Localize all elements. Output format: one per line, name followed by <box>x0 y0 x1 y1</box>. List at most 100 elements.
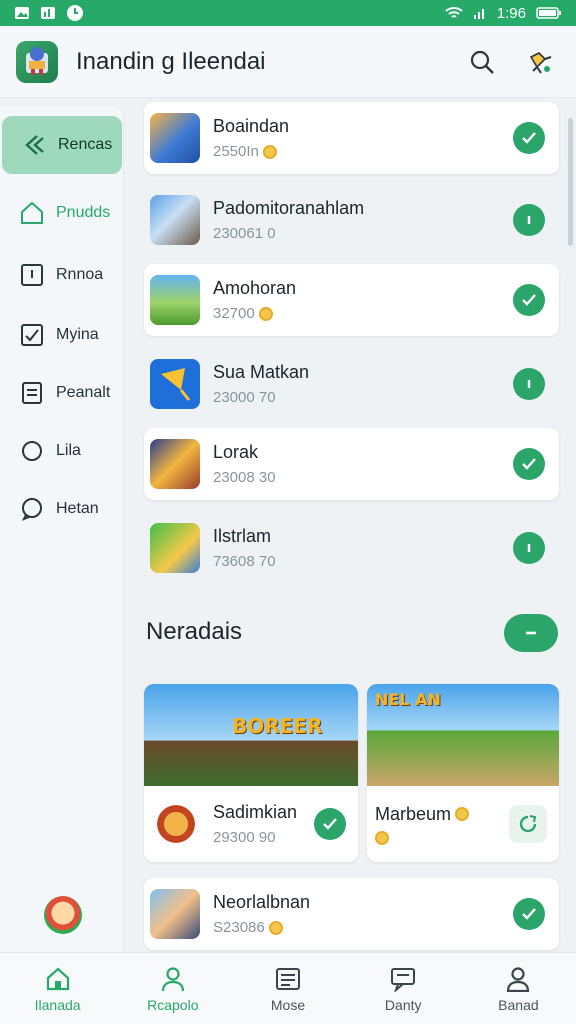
list-item[interactable]: Ilstrlam 73608 70 <box>144 512 559 584</box>
kite-icon <box>161 368 191 401</box>
sidebar-item-label: Lila <box>56 442 81 459</box>
nav-item-profile[interactable]: Rcapolo <box>115 953 230 1024</box>
user-avatar[interactable] <box>44 896 82 934</box>
featured-card[interactable]: NEL AN Marbeum <box>367 684 559 862</box>
game-thumbnail <box>150 359 200 409</box>
item-name: Lorak <box>213 442 259 462</box>
circle-icon <box>18 437 46 465</box>
item-name: Sua Matkan <box>213 362 310 382</box>
installed-check-button[interactable] <box>513 898 545 930</box>
sidebar-item-peanalt[interactable]: Peanalt <box>0 364 124 422</box>
collapse-section-button[interactable] <box>504 614 558 652</box>
banner-title: BOREER <box>232 714 323 738</box>
featured-banner: NEL AN <box>367 684 559 786</box>
item-meta: 230061 0 <box>213 225 276 242</box>
item-name: Boaindan <box>213 116 290 136</box>
installed-check-button[interactable] <box>513 122 545 154</box>
battery-icon <box>536 6 562 20</box>
sidebar-item-pnudds[interactable]: Pnudds <box>0 184 124 242</box>
dot-icon <box>527 216 531 224</box>
status-time: 1:96 <box>496 4 526 22</box>
sync-notification-icon <box>66 4 84 22</box>
item-meta: 23000 70 <box>213 389 276 406</box>
nav-label: Rcapolo <box>147 996 199 1013</box>
chart-notification-icon <box>40 6 56 20</box>
sidebar-item-label: Myina <box>56 326 99 343</box>
page-title: Inandin g Ileendai <box>76 47 266 75</box>
list-item[interactable]: Boaindan 2550In <box>144 102 559 174</box>
list-item[interactable]: Padomitoranahlam 230061 0 <box>144 184 559 256</box>
sidebar-item-label: Peanalt <box>56 384 111 401</box>
coin-icon <box>262 144 277 159</box>
app-header: Inandin g Ileendai <box>0 26 576 98</box>
installed-check-button[interactable] <box>314 808 346 840</box>
nav-item-mose[interactable]: Mose <box>230 953 345 1024</box>
item-name: Ilstrlam <box>213 526 271 546</box>
game-thumbnail <box>150 275 200 325</box>
sidebar-item-label: Pnudds <box>56 204 111 221</box>
sidebar-item-rnnoa[interactable]: Rnnoa <box>0 246 124 304</box>
item-name: Marbeum <box>375 803 452 824</box>
game-thumbnail <box>150 889 200 939</box>
list-item[interactable]: Sua Matkan 23000 70 <box>144 348 559 420</box>
share-button[interactable] <box>509 805 547 843</box>
sidebar-item-rencas[interactable]: Rencas <box>2 116 122 174</box>
status-dot-button[interactable] <box>513 368 545 400</box>
nav-label: Banad <box>498 996 539 1013</box>
search-icon <box>470 50 494 74</box>
game-thumbnail <box>152 800 200 848</box>
list-item[interactable]: Amohoran 32700 <box>144 264 559 336</box>
status-dot-button[interactable] <box>513 532 545 564</box>
nav-label: Mose <box>270 996 306 1013</box>
coin-icon <box>455 807 470 821</box>
item-name: Amohoran <box>213 278 297 298</box>
installed-check-button[interactable] <box>513 284 545 316</box>
status-bar: 1:96 <box>0 0 576 26</box>
nav-item-banad[interactable]: Banad <box>461 953 576 1024</box>
item-meta: 2550In <box>213 143 259 160</box>
game-thumbnail <box>150 523 200 573</box>
sidebar-item-myina[interactable]: Myina <box>0 306 124 364</box>
nav-item-danty[interactable]: Danty <box>346 953 461 1024</box>
dot-icon <box>527 380 531 388</box>
dot-icon <box>527 544 531 552</box>
wifi-icon <box>445 6 463 20</box>
sidebar-item-hetan[interactable]: Hetan <box>0 480 124 538</box>
list-item[interactable]: Neorlalbnan S23086 <box>144 878 559 950</box>
refresh-icon <box>519 815 537 833</box>
sidebar: Rencas Pnudds Rnnoa Myina Peanalt Lila H… <box>0 106 124 952</box>
nav-label: Danty <box>384 996 422 1013</box>
extensions-button[interactable] <box>520 42 560 82</box>
game-thumbnail <box>150 439 200 489</box>
installed-check-button[interactable] <box>513 448 545 480</box>
home-icon <box>18 199 46 227</box>
message-icon <box>389 965 417 993</box>
nav-item-home[interactable]: Ilanada <box>0 953 115 1024</box>
minus-icon <box>526 631 536 635</box>
search-button[interactable] <box>462 42 502 82</box>
featured-card[interactable]: BOREER Sadimkian 29300 90 <box>144 684 358 862</box>
document-icon <box>18 379 46 407</box>
checkbox-icon <box>18 321 46 349</box>
profile-icon <box>504 965 532 993</box>
list-item[interactable]: Lorak 23008 30 <box>144 428 559 500</box>
app-logo[interactable] <box>16 40 58 83</box>
nav-label: Ilanada <box>34 996 81 1013</box>
game-thumbnail <box>150 113 200 163</box>
bottom-navigation: Ilanada Rcapolo Mose Danty Banad <box>0 952 576 1024</box>
signal-icon <box>473 6 487 20</box>
item-meta: S23086 <box>213 919 265 936</box>
check-icon <box>522 908 536 920</box>
item-meta: 32700 <box>213 305 255 322</box>
sidebar-item-lila[interactable]: Lila <box>0 422 124 480</box>
check-icon <box>323 818 337 830</box>
scrollbar[interactable] <box>568 118 573 246</box>
back-arrow-icon <box>20 131 48 159</box>
check-icon <box>522 132 536 144</box>
coin-icon <box>375 830 389 845</box>
sidebar-item-label: Hetan <box>56 500 99 517</box>
status-dot-button[interactable] <box>513 204 545 236</box>
sidebar-item-label: Rencas <box>58 136 113 153</box>
puzzle-icon <box>529 51 552 74</box>
section-title: Neradais <box>146 618 243 645</box>
